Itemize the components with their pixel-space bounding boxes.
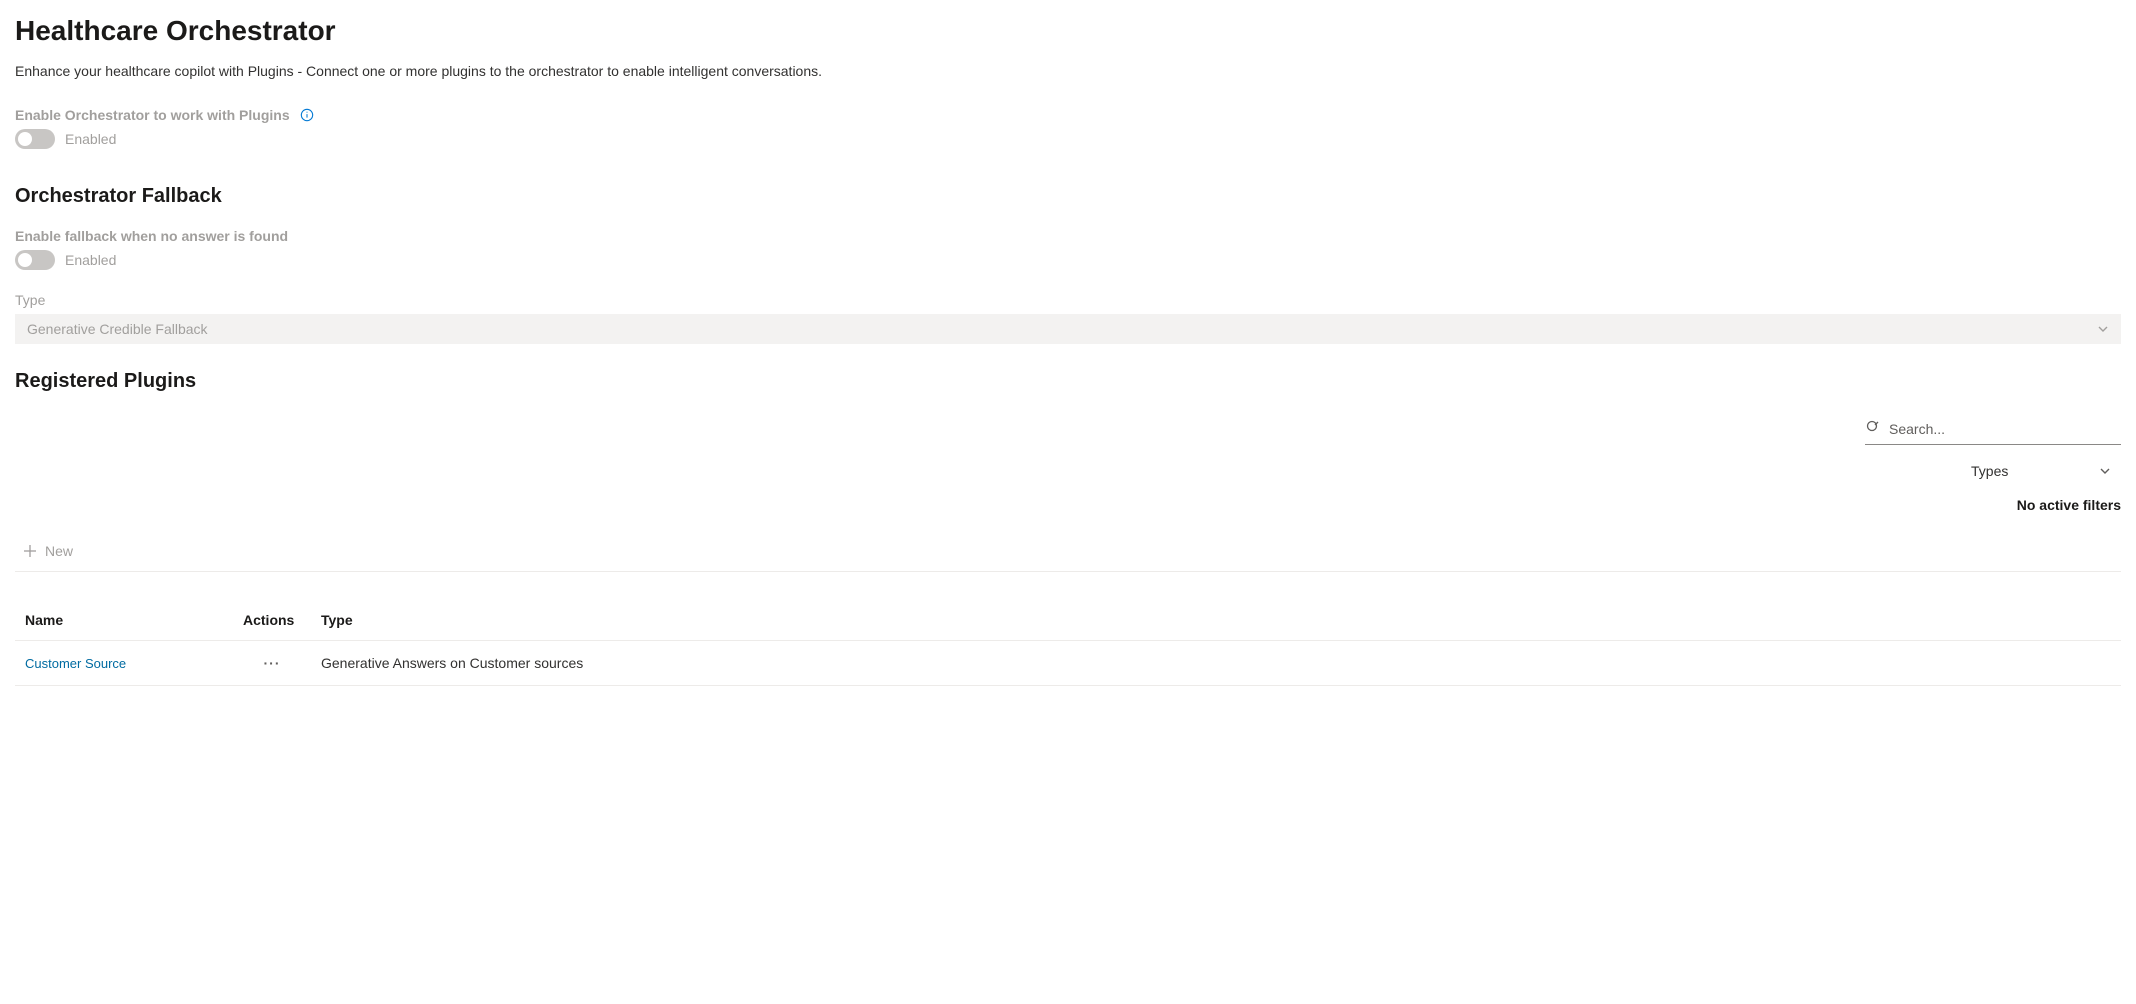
column-type[interactable]: Type [311, 600, 2121, 641]
table-row: Customer Source ··· Generative Answers o… [15, 641, 2121, 686]
page-description: Enhance your healthcare copilot with Plu… [15, 63, 2121, 79]
plus-icon [23, 544, 37, 558]
fallback-type-select[interactable]: Generative Credible Fallback [15, 314, 2121, 344]
fallback-heading: Orchestrator Fallback [15, 185, 2121, 208]
search-input[interactable] [1889, 421, 2121, 437]
column-name[interactable]: Name [15, 600, 233, 641]
info-icon[interactable] [300, 108, 314, 122]
registered-plugins-heading: Registered Plugins [15, 370, 2121, 393]
types-filter[interactable]: Types [1961, 457, 2121, 485]
plugin-search[interactable] [1865, 413, 2121, 445]
no-active-filters: No active filters [2017, 497, 2121, 513]
fallback-type-value: Generative Credible Fallback [27, 321, 208, 337]
enable-fallback-label: Enable fallback when no answer is found [15, 228, 2121, 244]
chevron-down-icon [2097, 323, 2109, 335]
enable-orchestrator-label: Enable Orchestrator to work with Plugins [15, 107, 2121, 123]
fallback-type-label: Type [15, 292, 2121, 308]
enable-orchestrator-toggle[interactable] [15, 129, 55, 149]
enable-fallback-toggle-status: Enabled [65, 252, 116, 268]
enable-orchestrator-toggle-status: Enabled [65, 131, 116, 147]
enable-orchestrator-label-text: Enable Orchestrator to work with Plugins [15, 107, 290, 123]
types-filter-label: Types [1971, 463, 2008, 479]
plugin-name-link[interactable]: Customer Source [25, 656, 126, 671]
chevron-down-icon [2099, 465, 2111, 477]
plugins-table: Name Actions Type Customer Source ··· Ge… [15, 600, 2121, 686]
enable-fallback-label-text: Enable fallback when no answer is found [15, 228, 288, 244]
new-button-label: New [45, 543, 73, 559]
plugin-type-cell: Generative Answers on Customer sources [311, 641, 2121, 686]
more-actions-icon[interactable]: ··· [264, 655, 281, 671]
column-actions[interactable]: Actions [233, 600, 311, 641]
enable-fallback-toggle[interactable] [15, 250, 55, 270]
page-title: Healthcare Orchestrator [15, 15, 2121, 47]
search-icon [1865, 419, 1881, 438]
new-plugin-button[interactable]: New [23, 543, 73, 559]
